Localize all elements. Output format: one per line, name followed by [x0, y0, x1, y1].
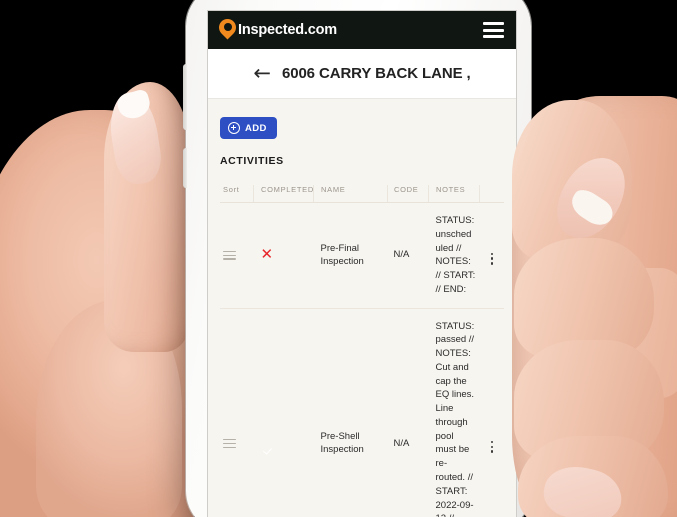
drag-handle-icon[interactable]: [223, 250, 236, 260]
right-hand-ring-finger: [514, 340, 664, 460]
column-header-name[interactable]: NAME: [313, 185, 388, 203]
right-hand-index-fingernail: [545, 146, 637, 250]
right-hand-knuckle: [600, 268, 677, 398]
row-name: Pre-Final Inspection: [313, 202, 388, 309]
row-completed-cell[interactable]: [253, 308, 314, 517]
right-hand-index-fingernail-tip: [566, 185, 618, 231]
hamburger-menu-icon[interactable]: [483, 22, 504, 38]
column-header-notes[interactable]: NOTES: [428, 185, 480, 203]
scene-background: Inspected.com ← 6006 CARRY BACK LANE , A…: [0, 0, 677, 517]
plus-circle-icon: [228, 122, 240, 134]
row-menu-cell[interactable]: [479, 308, 504, 517]
right-hand-little-finger: [518, 436, 668, 517]
table-row[interactable]: Pre-Shell Inspection N/A STATUS: passed …: [220, 308, 504, 517]
left-hand-thumb-nail-tip: [115, 88, 153, 122]
right-hand-little-fingernail: [539, 460, 627, 517]
row-code: N/A: [387, 202, 429, 309]
back-arrow-icon[interactable]: ←: [253, 63, 271, 84]
map-pin-icon: [215, 15, 240, 41]
row-name: Pre-Shell Inspection: [313, 308, 388, 517]
activities-content: ADD ACTIVITIES Sort COMPLETED NAME CODE …: [208, 99, 516, 517]
row-notes: STATUS: passed // NOTES: Cut and cap the…: [428, 308, 480, 517]
column-header-code[interactable]: CODE: [387, 185, 429, 203]
right-hand-middle-finger: [514, 238, 654, 358]
app-navbar: Inspected.com: [208, 11, 516, 49]
green-background-patch-lower: [0, 468, 70, 517]
right-hand-base: [512, 96, 677, 517]
phone-volume-down-button[interactable]: [183, 148, 187, 188]
left-hand-thumb-nail: [105, 88, 165, 188]
kebab-menu-icon[interactable]: [490, 252, 493, 265]
row-completed-cell[interactable]: ✕: [253, 202, 314, 309]
row-code: N/A: [387, 308, 429, 517]
add-button[interactable]: ADD: [220, 117, 277, 139]
activities-table-body: ✕ Pre-Final Inspection N/A STATUS: unsch…: [220, 202, 504, 517]
column-header-completed[interactable]: COMPLETED: [253, 185, 314, 203]
left-hand-thumb: [104, 82, 190, 352]
kebab-menu-icon[interactable]: [490, 440, 493, 453]
column-header-sort[interactable]: Sort: [220, 185, 254, 203]
page-title: 6006 CARRY BACK LANE ,: [281, 65, 471, 82]
brand-logo[interactable]: Inspected.com: [215, 15, 337, 41]
table-header-row: Sort COMPLETED NAME CODE NOTES: [220, 185, 504, 203]
brand-name: Inspected.com: [238, 21, 337, 38]
row-notes: STATUS: unscheduled // NOTES: // START: …: [428, 202, 480, 309]
row-menu-cell[interactable]: [479, 202, 504, 309]
phone-screen: Inspected.com ← 6006 CARRY BACK LANE , A…: [208, 11, 516, 517]
drag-handle-icon[interactable]: [223, 438, 236, 448]
section-title: ACTIVITIES: [220, 155, 284, 167]
table-row[interactable]: ✕ Pre-Final Inspection N/A STATUS: unsch…: [220, 202, 504, 309]
activities-table: Sort COMPLETED NAME CODE NOTES ✕ Pre-Fin…: [220, 185, 504, 517]
x-mark-icon[interactable]: ✕: [261, 245, 274, 263]
column-header-menu: [479, 185, 504, 203]
page-titlebar: ← 6006 CARRY BACK LANE ,: [208, 49, 516, 99]
row-drag-cell[interactable]: [220, 202, 254, 309]
row-drag-cell[interactable]: [220, 308, 254, 517]
add-button-label: ADD: [245, 122, 267, 134]
phone-volume-up-button[interactable]: [183, 64, 187, 130]
